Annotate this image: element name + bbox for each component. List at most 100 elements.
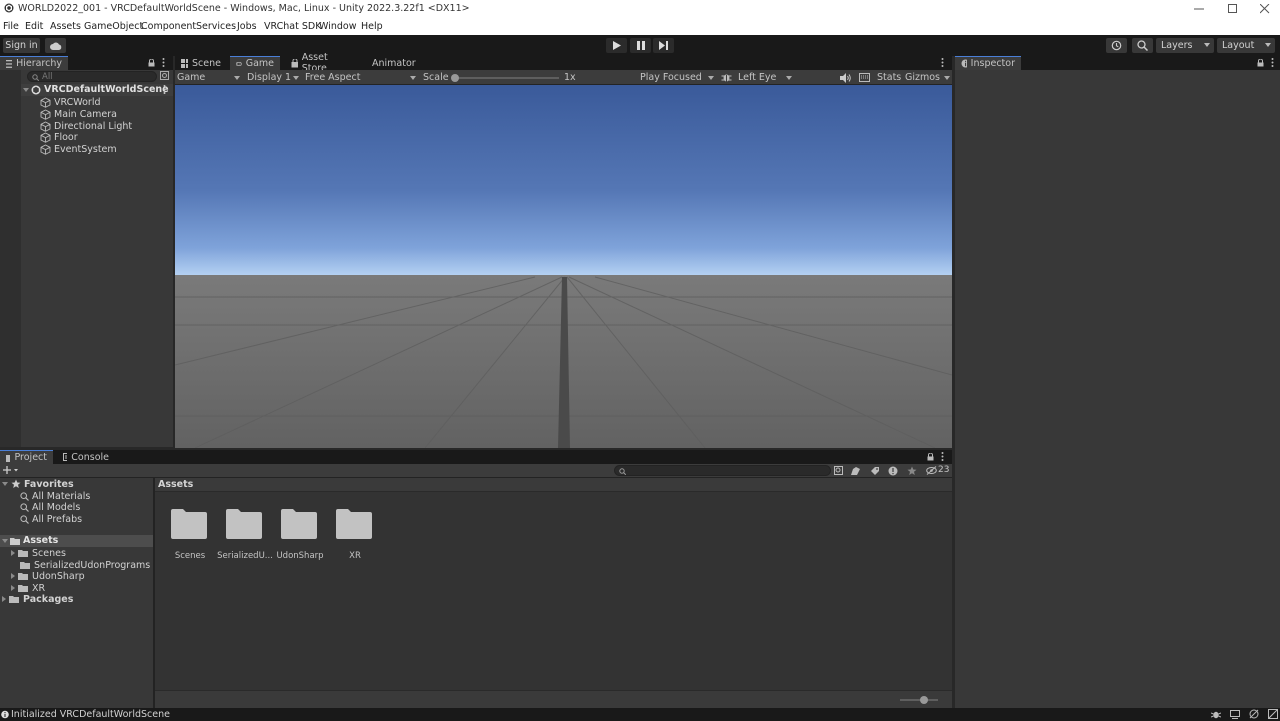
layout-dropdown[interactable]: Layout (1217, 38, 1275, 53)
expand-arrow-icon[interactable] (11, 585, 15, 591)
packages-row[interactable]: Packages (2, 593, 73, 605)
hierarchy-item[interactable]: EventSystem (40, 143, 117, 155)
asset-grid-folder[interactable]: SerializedU... (217, 508, 273, 563)
sign-in-button[interactable]: Sign in (3, 38, 40, 53)
cache-server-icon[interactable] (1268, 709, 1278, 719)
kebab-menu-icon[interactable] (941, 58, 944, 67)
favorite-item[interactable]: All Prefabs (20, 513, 82, 525)
aspect-dropdown[interactable]: Free Aspect (305, 71, 417, 84)
label-tag-icon[interactable] (870, 466, 880, 476)
assets-root-row[interactable]: Assets (0, 535, 153, 547)
chevron-down-icon (234, 76, 240, 80)
asset-grid-label: XR (349, 551, 361, 561)
scale-slider[interactable] (451, 74, 559, 82)
menu-component[interactable]: Component (141, 21, 196, 32)
asset-folder-row[interactable]: UdonSharp (11, 570, 85, 582)
debug-icon[interactable] (1211, 710, 1221, 719)
game-viewport[interactable] (175, 85, 952, 448)
tab-scene[interactable]: Scene (175, 56, 227, 70)
hierarchy-item[interactable]: Main Camera (40, 108, 117, 120)
bug-icon[interactable] (721, 71, 732, 84)
asset-folder-row[interactable]: Scenes (11, 547, 66, 559)
expand-arrow-icon[interactable] (11, 550, 15, 556)
menu-assets[interactable]: Assets (50, 21, 81, 32)
play-button[interactable] (606, 38, 627, 53)
tab-game[interactable]: Game (230, 56, 280, 70)
lock-icon[interactable] (1257, 59, 1264, 67)
add-icon[interactable] (3, 465, 19, 476)
favorites-row[interactable]: Favorites (2, 478, 74, 490)
asset-grid-folder[interactable]: Scenes (170, 508, 210, 563)
stats-button[interactable]: Stats (877, 71, 901, 84)
layers-dropdown[interactable]: Layers (1156, 38, 1214, 53)
menu-file[interactable]: File (3, 21, 19, 32)
menu-edit[interactable]: Edit (25, 21, 43, 32)
gameobject-cube-icon (40, 131, 51, 143)
chevron-down-icon (708, 76, 714, 80)
lock-icon[interactable] (927, 453, 934, 461)
hierarchy-item[interactable]: Floor (40, 131, 78, 143)
menu-services[interactable]: Services (196, 21, 236, 32)
slider-thumb[interactable] (451, 74, 459, 82)
tab-label: Game (245, 58, 274, 69)
kebab-menu-icon[interactable] (1271, 58, 1274, 67)
status-message[interactable]: Initialized VRCDefaultWorldScene (11, 709, 170, 720)
menu-help[interactable]: Help (361, 21, 383, 32)
expand-arrow-icon[interactable] (2, 596, 6, 602)
menu-vrchat-sdk[interactable]: VRChat SDK (264, 21, 321, 32)
asset-grid-folder[interactable]: UdonSharp (276, 508, 324, 563)
hierarchy-search-input[interactable]: All (27, 71, 157, 82)
tab-project[interactable]: Project (0, 450, 53, 464)
keyboard-icon[interactable] (859, 71, 870, 84)
gizmos-dropdown[interactable]: Gizmos (905, 71, 951, 84)
minimize-icon[interactable] (1184, 1, 1214, 16)
breadcrumb-assets[interactable]: Assets (158, 479, 193, 490)
scene-visibility-icon[interactable] (160, 71, 170, 81)
favorite-item[interactable]: All Models (20, 501, 80, 513)
chevron-down-icon (293, 76, 299, 80)
tab-asset-store[interactable]: Asset Store (285, 52, 353, 74)
warning-filter-icon[interactable] (888, 466, 898, 476)
expand-arrow-icon[interactable] (2, 539, 8, 543)
eye-dropdown[interactable]: Left Eye (738, 71, 794, 84)
expand-arrow-icon[interactable] (11, 573, 15, 579)
cloud-button[interactable] (45, 38, 66, 53)
menu-jobs[interactable]: Jobs (237, 21, 257, 32)
expand-arrow-icon[interactable] (23, 88, 29, 92)
search-button[interactable] (1132, 38, 1153, 53)
menu-gameobject[interactable]: GameObject (84, 21, 143, 32)
tab-animator[interactable]: Animator (362, 56, 420, 70)
menu-window[interactable]: Window (319, 21, 356, 32)
tab-inspector[interactable]: Inspector (955, 56, 1021, 70)
star-icon[interactable] (907, 466, 917, 476)
icon-size-slider[interactable] (900, 696, 938, 704)
network-icon[interactable] (1230, 710, 1240, 719)
project-search-input[interactable] (614, 465, 831, 476)
slider-thumb[interactable] (920, 696, 928, 704)
window-title-bar: WORLD2022_001 - VRCDefaultWorldScene - W… (0, 0, 1280, 17)
display-dropdown[interactable]: Display 1 (247, 71, 301, 84)
play-focus-dropdown[interactable]: Play Focused (640, 71, 716, 84)
pause-button[interactable] (630, 38, 651, 53)
hierarchy-item[interactable]: VRCWorld (40, 96, 100, 108)
asset-grid-folder[interactable]: XR (335, 508, 375, 563)
tab-console[interactable]: Console (57, 450, 115, 464)
expand-arrow-icon[interactable] (2, 482, 8, 486)
scene-row[interactable]: VRCDefaultWorldScene (0, 84, 173, 96)
search-icon (20, 502, 29, 512)
speaker-icon[interactable] (840, 71, 851, 84)
hidden-packages-toggle[interactable]: 23 (926, 465, 949, 475)
tab-hierarchy[interactable]: Hierarchy (0, 56, 68, 70)
close-icon[interactable] (1250, 1, 1280, 16)
filter-by-type-icon[interactable] (851, 466, 861, 476)
kebab-menu-icon[interactable] (941, 452, 944, 461)
kebab-menu-icon[interactable] (163, 85, 166, 94)
history-button[interactable] (1106, 38, 1127, 53)
kebab-menu-icon[interactable] (162, 58, 165, 67)
search-by-type-icon[interactable] (834, 466, 844, 476)
maximize-icon[interactable] (1218, 1, 1248, 16)
lock-icon[interactable] (148, 59, 155, 67)
auto-generate-lighting-icon[interactable] (1249, 709, 1260, 719)
game-mode-dropdown[interactable]: Game (177, 71, 241, 84)
step-button[interactable] (653, 38, 674, 53)
